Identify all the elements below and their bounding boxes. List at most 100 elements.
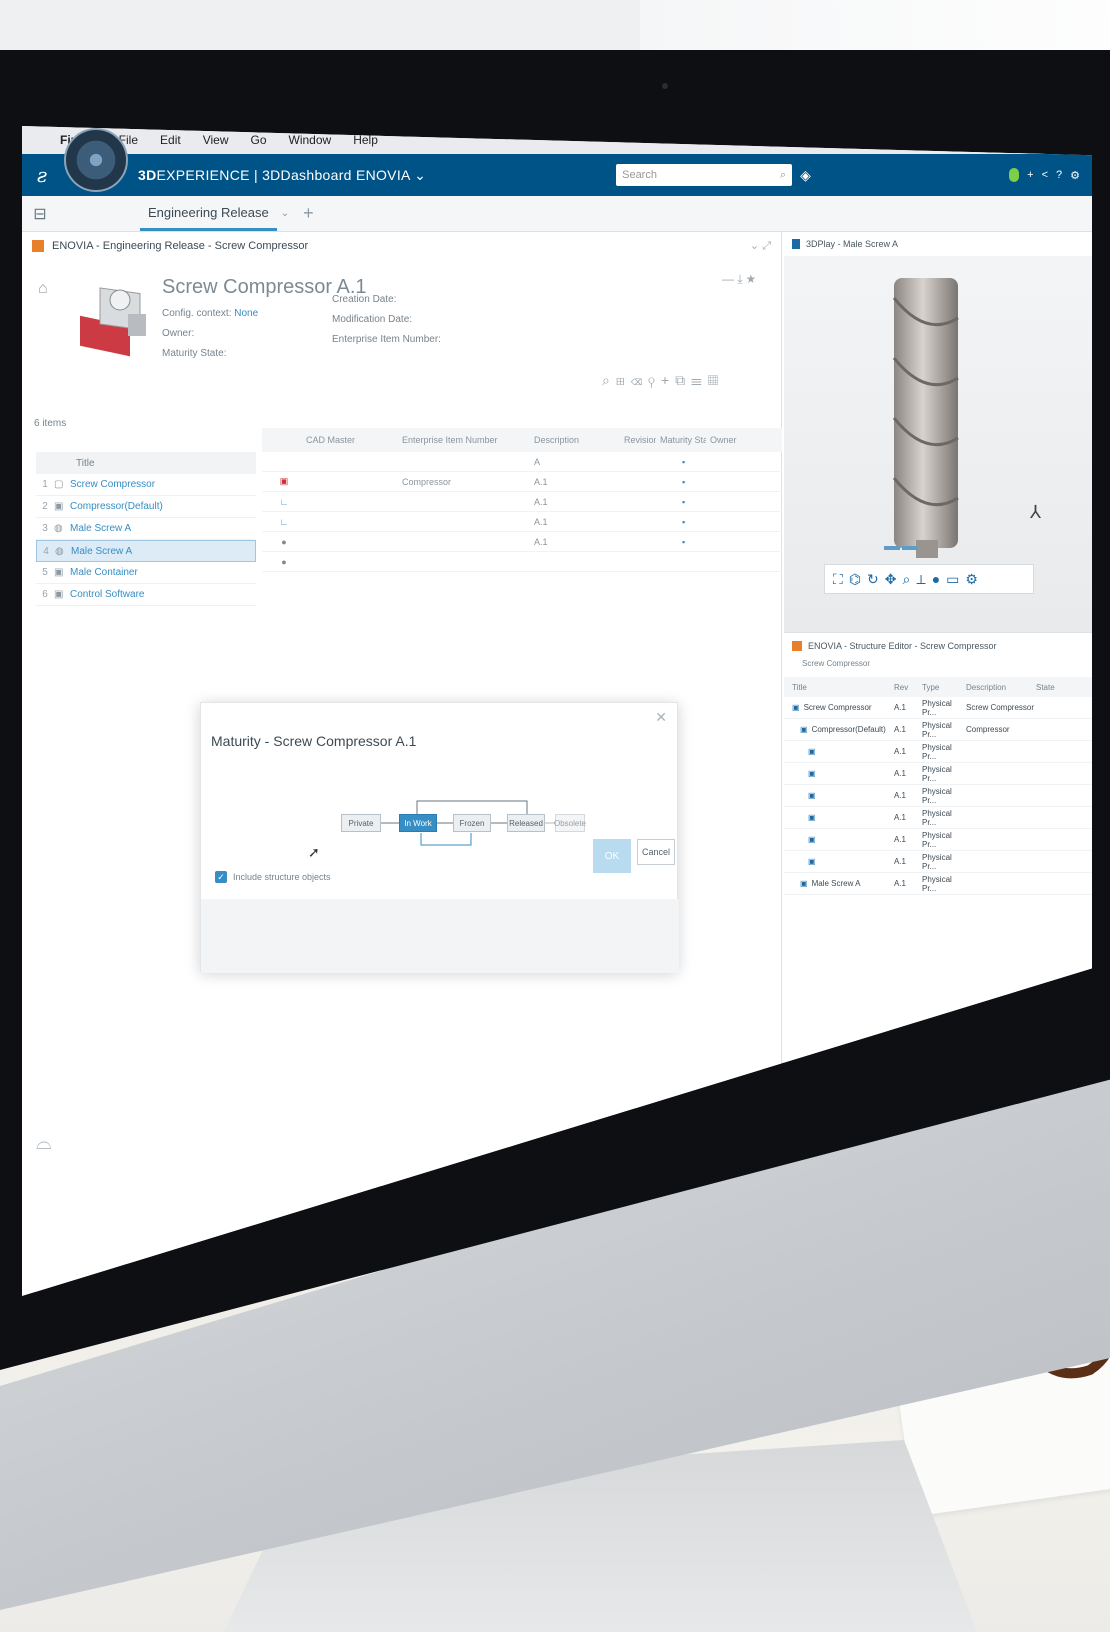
part-icon: ▣ (808, 813, 816, 822)
add-icon[interactable]: + (661, 372, 675, 388)
table-row[interactable]: ∟ A.1 ▪ (262, 492, 782, 512)
lock-icon[interactable]: ▪ (678, 517, 718, 527)
config-value[interactable]: None (234, 308, 258, 319)
structure-row[interactable]: ▣ A.1 Physical Pr... (784, 851, 1092, 873)
view-tab[interactable] (902, 546, 918, 550)
tree-row[interactable]: 3 ◍ Male Screw A (36, 518, 256, 540)
measure-icon[interactable]: ⟂ (916, 571, 925, 588)
col-header[interactable]: Owner (706, 435, 768, 445)
pan-icon[interactable]: ✥ (885, 571, 897, 588)
app-title[interactable]: 3DEXPERIENCE | 3DDashboard ENOVIA ⌄ (138, 167, 426, 184)
lock-icon[interactable]: ▪ (678, 537, 718, 547)
col-header[interactable]: Description (530, 435, 620, 445)
search-input[interactable]: Search ⌕ (616, 164, 793, 186)
modification-date: Modification Date: (332, 314, 413, 325)
tree-row-selected[interactable]: 4 ◍ Male Screw A (36, 540, 256, 562)
help-icon[interactable]: ? (1056, 169, 1062, 181)
breadcrumb[interactable]: Screw Compressor (784, 659, 1092, 677)
state-frozen[interactable]: Frozen (453, 814, 491, 832)
include-checkbox[interactable]: ✓ (215, 871, 227, 883)
structure-row[interactable]: ▣ A.1 Physical Pr... (784, 763, 1092, 785)
structure-row[interactable]: ▣ Compressor(Default) A.1 Physical Pr... Com… (784, 719, 1092, 741)
screw-rotor-model[interactable] (880, 278, 972, 558)
row-rev: A.1 (894, 879, 907, 888)
search-icon[interactable]: ⌕ (602, 372, 616, 388)
row-rev: A.1 (894, 791, 907, 800)
menu-view[interactable]: View (203, 133, 229, 147)
lock-icon[interactable]: ▪ (678, 497, 718, 507)
header-tools-icon[interactable]: — ⤓ ★ (722, 272, 756, 287)
columns-icon[interactable]: ▦ (708, 372, 725, 388)
tree-row[interactable]: 1 ▢ Screw Compressor (36, 474, 256, 496)
lock-icon[interactable]: ▪ (678, 477, 718, 487)
chevron-down-icon[interactable]: ⌄ (281, 208, 289, 219)
col-header[interactable]: Rev (894, 683, 922, 692)
close-icon[interactable]: ✕ (655, 709, 667, 726)
tree-row[interactable]: 2 ▣ Compressor(Default) (36, 496, 256, 518)
ds-logo-icon[interactable]: ƨ (22, 163, 62, 187)
col-header[interactable]: Description (966, 683, 1036, 692)
expand-icon[interactable]: ⊞ (616, 372, 631, 388)
tools-icon[interactable]: ⚙ (965, 571, 978, 588)
list-icon[interactable]: ☰ (691, 372, 708, 388)
settings-icon[interactable]: ⚙ (1070, 169, 1080, 182)
fit-icon[interactable]: ⛶ (833, 571, 843, 588)
collapse-icon[interactable]: ⌓ (36, 1132, 52, 1155)
tag-icon[interactable]: ◈ (800, 167, 811, 184)
col-header[interactable]: Title (784, 683, 894, 692)
table-row[interactable]: A ▪ (262, 452, 782, 472)
render-icon[interactable]: ● (932, 571, 940, 587)
structure-row[interactable]: ▣ A.1 Physical Pr... (784, 741, 1092, 763)
add-icon[interactable]: + (1027, 169, 1033, 181)
sidebar-toggle-icon[interactable]: ⊟ (22, 204, 58, 224)
copy-icon[interactable]: ⧉ (675, 372, 691, 388)
structure-row[interactable]: ▣ A.1 Physical Pr... (784, 829, 1092, 851)
state-released[interactable]: Released (507, 814, 545, 832)
col-header[interactable]: CAD Master (302, 435, 398, 445)
structure-row[interactable]: ▣ A.1 Physical Pr... (784, 785, 1092, 807)
table-row[interactable]: ▣ Compressor A.1 ▪ (262, 472, 782, 492)
search-icon[interactable]: ⌕ (780, 169, 786, 182)
views-icon[interactable]: ▭ (946, 571, 959, 588)
tree-row[interactable]: 6 ▣ Control Software (36, 584, 256, 606)
add-tab-button[interactable]: + (303, 203, 314, 224)
col-header[interactable]: Maturity State (656, 435, 706, 445)
section-icon[interactable]: ⌬ (849, 571, 861, 588)
owner-label: Owner: (162, 328, 195, 339)
state-private[interactable]: Private (341, 814, 381, 832)
rotate-icon[interactable]: ↻ (867, 571, 879, 588)
state-in-work[interactable]: In Work (399, 814, 437, 832)
filter-icon[interactable]: ⚲ (648, 372, 661, 388)
structure-row[interactable]: ▣ Male Screw A A.1 Physical Pr... (784, 873, 1092, 895)
menu-go[interactable]: Go (251, 133, 267, 147)
col-header[interactable]: Type (922, 683, 966, 692)
col-header[interactable]: Revision (620, 435, 656, 445)
menu-window[interactable]: Window (289, 133, 332, 147)
table-row[interactable]: ∟ A.1 ▪ (262, 512, 782, 532)
structure-row[interactable]: ▣ Screw Compressor A.1 Physical Pr... Screw … (784, 697, 1092, 719)
state-obsolete[interactable]: Obsolete (554, 814, 586, 832)
widget-title: ENOVIA - Engineering Release - Screw Com… (52, 240, 309, 252)
table-row[interactable]: ● A.1 ▪ (262, 532, 782, 552)
delete-icon[interactable]: ⌫ (631, 372, 648, 388)
cancel-button[interactable]: Cancel (637, 839, 675, 865)
lock-icon[interactable]: ▪ (678, 457, 718, 467)
table-row[interactable]: ● (262, 552, 782, 572)
col-header[interactable]: Enterprise Item Number (398, 435, 530, 445)
widget-controls-icon[interactable]: ⌄ ⤢ (750, 239, 771, 253)
cell-description: Compressor (402, 476, 452, 487)
share-icon[interactable]: < (1042, 169, 1048, 181)
view-tab[interactable] (884, 546, 900, 550)
tree-row[interactable]: 5 ▣ Male Container (36, 562, 256, 584)
menu-edit[interactable]: Edit (160, 133, 181, 147)
include-structure-option[interactable]: ✓ Include structure objects (215, 871, 331, 883)
zoom-icon[interactable]: ⌕ (903, 571, 911, 588)
ok-button[interactable]: OK (593, 839, 631, 873)
axis-compass-icon[interactable]: ⅄ (1030, 502, 1041, 523)
user-status-icon[interactable] (1009, 168, 1020, 182)
col-header[interactable]: State (1036, 683, 1076, 692)
structure-row[interactable]: ▣ A.1 Physical Pr... (784, 807, 1092, 829)
tab-engineering-release[interactable]: Engineering Release (140, 197, 277, 231)
compass-icon[interactable] (64, 128, 128, 192)
home-icon[interactable]: ⌂ (38, 280, 48, 298)
